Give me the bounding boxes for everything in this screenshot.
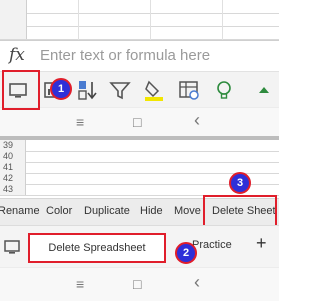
fx-label: fx	[9, 45, 25, 65]
column-divider	[150, 0, 151, 40]
step-badge-1: 1	[50, 78, 72, 100]
step-badge-2: 2	[175, 242, 197, 264]
hide-menu-item[interactable]: Hide	[140, 205, 163, 217]
step-badge-3: 3	[229, 172, 251, 194]
highlight-box-1	[2, 70, 40, 110]
color-menu-item[interactable]: Color	[46, 205, 72, 217]
grid-row[interactable]	[0, 0, 279, 14]
keyboard-icon[interactable]	[4, 238, 22, 256]
back-icon[interactable]: ‹	[194, 110, 200, 131]
sheet-tab-practice[interactable]: Practice	[192, 239, 232, 251]
move-menu-item[interactable]: Move	[174, 205, 201, 217]
home-icon[interactable]: □	[133, 276, 141, 292]
home-icon[interactable]: □	[133, 114, 141, 130]
recents-icon[interactable]: ≡	[76, 276, 84, 292]
sheet-tab-bar: Delete Spreadsheet Practice +	[0, 225, 279, 268]
add-sheet-icon[interactable]: +	[256, 233, 267, 254]
delete-spreadsheet-button[interactable]: Delete Spreadsheet	[28, 233, 166, 263]
row-number[interactable]: 40	[0, 151, 26, 162]
row-number[interactable]: 39	[0, 140, 26, 151]
android-nav-bar: ≡ □ ‹	[0, 107, 279, 137]
grid-row[interactable]	[0, 13, 279, 27]
rename-menu-item[interactable]: Rename	[0, 205, 40, 217]
grid-row[interactable]	[0, 26, 279, 40]
filter-icon[interactable]	[108, 78, 132, 102]
row-header[interactable]	[0, 0, 27, 13]
lightbulb-icon[interactable]	[212, 78, 236, 102]
column-divider	[222, 0, 223, 40]
formula-bar: fx Enter text or formula here	[0, 40, 279, 71]
sort-icon[interactable]	[76, 78, 100, 102]
formula-input[interactable]: Enter text or formula here	[40, 47, 210, 64]
toolbar	[0, 71, 279, 108]
collapse-up-icon[interactable]	[252, 78, 276, 102]
row-number[interactable]: 43	[0, 184, 26, 195]
android-nav-bar: ≡ □ ‹	[0, 267, 279, 301]
top-screenshot: fx Enter text or formula here ≡ □ ‹ 1	[0, 0, 279, 137]
recents-icon[interactable]: ≡	[76, 114, 84, 130]
row-number[interactable]: 42	[0, 173, 26, 184]
fill-color-icon[interactable]	[142, 78, 166, 102]
bottom-screenshot: 39 40 41 42 43 Rename Color Duplicate Hi…	[0, 140, 279, 301]
highlight-box-3	[203, 195, 277, 227]
row-header[interactable]	[0, 13, 27, 26]
column-divider	[78, 0, 79, 40]
row-number[interactable]: 41	[0, 162, 26, 173]
row-header[interactable]	[0, 26, 27, 39]
table-icon[interactable]	[177, 78, 201, 102]
duplicate-menu-item[interactable]: Duplicate	[84, 205, 130, 217]
back-icon[interactable]: ‹	[194, 272, 200, 293]
